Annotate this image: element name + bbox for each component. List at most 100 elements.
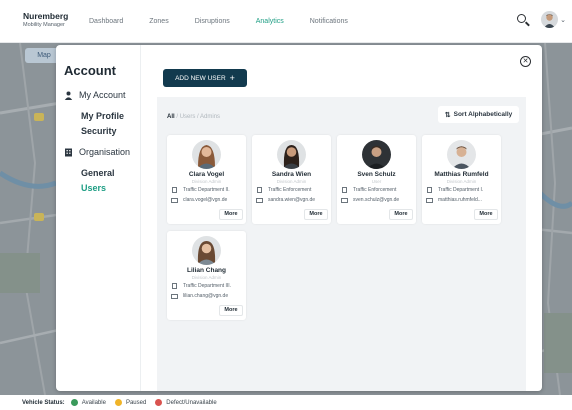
brand-title: Nuremberg — [23, 11, 69, 21]
sidebar-title: Account — [64, 63, 116, 78]
more-button[interactable]: More — [389, 209, 413, 220]
user-email: lilian.chang@vgn.de — [171, 293, 244, 299]
user-department-text: Traffic Department III. — [183, 283, 232, 289]
user-department: Traffic Department III. — [171, 283, 244, 289]
more-button[interactable]: More — [474, 209, 498, 220]
user-card[interactable]: Sven Schulz User Traffic Enforcement sve… — [337, 135, 416, 224]
mail-icon — [426, 197, 434, 203]
sidebar-item-my-profile[interactable]: My Profile — [81, 109, 124, 123]
top-navigation-bar: Nuremberg Mobility Manager Dashboard Zon… — [0, 0, 572, 43]
user-department: Traffic Enforcement — [256, 187, 329, 193]
brand-subtitle: Mobility Manager — [23, 22, 65, 28]
user-card[interactable]: Clara Vogel Division Admin Traffic Depar… — [167, 135, 246, 224]
status-available-label: Available — [81, 399, 106, 406]
user-avatar — [447, 140, 476, 169]
user-name: Sandra Wien — [271, 171, 312, 178]
status-defect-label: Defect/Unavailable — [166, 399, 217, 406]
search-icon-handle — [525, 20, 530, 26]
add-new-user-label: ADD NEW USER — [175, 74, 226, 82]
user-email-text[interactable]: sandra.wien@vgn.de — [268, 197, 315, 203]
status-dot-green — [70, 399, 78, 406]
more-button[interactable]: More — [219, 209, 243, 220]
user-email-text[interactable]: matthias.ruhmfeld... — [438, 197, 482, 203]
sort-icon: ⇅ — [444, 111, 451, 119]
sort-label: Sort Alphabetically — [453, 111, 513, 118]
nav-disruptions[interactable]: Disruptions — [195, 18, 230, 25]
building-icon — [426, 187, 434, 193]
status-dot-yellow — [114, 399, 122, 406]
status-paused: Paused — [114, 399, 147, 406]
user-role: Division Admin — [191, 179, 222, 184]
user-role: User — [371, 179, 382, 184]
vehicle-status-bar: Vehicle Status: Available Paused Defect/… — [0, 395, 572, 410]
filter-users[interactable]: Users — [180, 114, 196, 120]
nav-dashboard[interactable]: Dashboard — [89, 18, 123, 25]
more-button[interactable]: More — [219, 305, 243, 316]
user-card[interactable]: Sandra Wien Division Admin Traffic Enfor… — [252, 135, 331, 224]
nav-notifications[interactable]: Notifications — [310, 18, 348, 25]
user-card[interactable]: Matthias Rumfeld Division Admin Traffic … — [422, 135, 501, 224]
status-available: Available — [70, 399, 106, 406]
more-button[interactable]: More — [304, 209, 328, 220]
add-new-user-button[interactable]: ADD NEW USER + — [163, 69, 247, 87]
user-role: Division Admin — [446, 179, 477, 184]
avatar-image — [541, 11, 559, 28]
plus-icon: + — [229, 72, 235, 83]
nav-zones[interactable]: Zones — [149, 18, 168, 25]
user-department: Traffic Enforcement — [341, 187, 414, 193]
user-department: Traffic Department I. — [426, 187, 499, 193]
status-defect: Defect/Unavailable — [155, 399, 217, 406]
user-email: sandra.wien@vgn.de — [256, 197, 329, 203]
mail-icon — [341, 197, 349, 203]
user-email-text[interactable]: sven.schulz@vgn.de — [353, 197, 399, 203]
user-name: Lilian Chang — [187, 267, 226, 274]
sidebar-divider — [140, 45, 141, 391]
user-card[interactable]: Lilian Chang Division Admin Traffic Depa… — [167, 231, 246, 320]
nav-analytics[interactable]: Analytics — [256, 18, 284, 25]
section-my-account-label: My Account — [79, 90, 126, 100]
section-organisation: Organisation — [64, 147, 130, 157]
filter-all[interactable]: All — [167, 114, 175, 120]
brand-logo[interactable]: Nuremberg Mobility Manager — [23, 12, 79, 30]
chevron-down-icon[interactable]: ⌄ — [560, 16, 566, 24]
status-title: Vehicle Status: — [22, 399, 65, 406]
sidebar-item-general[interactable]: General — [81, 166, 115, 180]
user-name: Clara Vogel — [188, 171, 225, 178]
building-icon — [341, 187, 349, 193]
user-department-text: Traffic Enforcement — [268, 187, 312, 193]
section-organisation-label: Organisation — [79, 147, 131, 157]
mail-icon — [256, 197, 264, 203]
sort-alphabetically-button[interactable]: ⇅ Sort Alphabetically — [438, 106, 519, 123]
user-department-text: Traffic Department II. — [183, 187, 230, 193]
user-email: sven.schulz@vgn.de — [341, 197, 414, 203]
user-avatar — [192, 236, 221, 265]
user-name: Sven Schulz — [357, 171, 396, 178]
user-name: Matthias Rumfeld — [434, 171, 489, 178]
sidebar-item-security[interactable]: Security — [81, 124, 117, 138]
sidebar-item-users[interactable]: Users — [81, 181, 106, 195]
search-icon[interactable] — [516, 13, 530, 27]
user-avatar — [362, 140, 391, 169]
users-panel: All / Users / Admins ⇅ Sort Alphabetical… — [157, 97, 526, 391]
account-sidebar: Account My Account My Profile Security O… — [56, 45, 140, 391]
status-dot-red — [155, 399, 163, 406]
user-role: Division Admin — [191, 275, 222, 280]
user-email-text[interactable]: clara.vogel@vgn.de — [183, 197, 227, 203]
user-email: clara.vogel@vgn.de — [171, 197, 244, 203]
profile-avatar[interactable] — [541, 11, 559, 28]
status-paused-label: Paused — [125, 399, 147, 406]
building-icon — [171, 187, 179, 193]
person-icon — [64, 91, 73, 100]
user-department: Traffic Department II. — [171, 187, 244, 193]
building-icon — [171, 283, 179, 289]
user-email: matthias.ruhmfeld... — [426, 197, 499, 203]
filter-admins[interactable]: Admins — [200, 114, 220, 120]
user-department-text: Traffic Enforcement — [353, 187, 397, 193]
building-icon — [64, 148, 73, 157]
user-role: Division Admin — [276, 179, 307, 184]
user-avatar — [192, 140, 221, 169]
user-filter: All / Users / Admins — [167, 114, 220, 120]
close-icon[interactable]: ✕ — [520, 56, 531, 67]
mail-icon — [171, 293, 179, 299]
user-email-text[interactable]: lilian.chang@vgn.de — [183, 293, 228, 299]
